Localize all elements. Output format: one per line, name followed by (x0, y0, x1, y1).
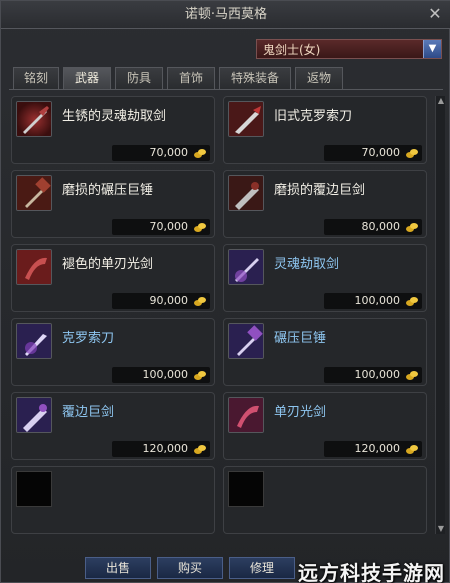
tab-accessory[interactable]: 首饰 (167, 67, 215, 89)
window-titlebar[interactable]: 诺顿·马西莫格 ✕ (1, 1, 450, 29)
category-tabs: 铭刻 武器 防具 首饰 特殊装备 返物 (13, 67, 443, 89)
close-icon[interactable]: ✕ (425, 4, 445, 24)
item-name: 磨损的覆边巨剑 (274, 183, 366, 198)
empty-item-slot[interactable] (11, 466, 215, 534)
empty-item-slot[interactable] (223, 466, 427, 534)
gold-coin-icon (194, 297, 206, 306)
buy-button[interactable]: 购买 (157, 557, 223, 579)
price-bar: 100,000 (324, 367, 422, 383)
item-name: 克罗索刀 (62, 331, 115, 346)
gold-coin-icon (194, 371, 206, 380)
gold-coin-icon (194, 149, 206, 158)
sword-icon (228, 249, 264, 285)
tab-return[interactable]: 返物 (295, 67, 343, 89)
price-bar: 80,000 (324, 219, 422, 235)
gold-coin-icon (406, 371, 418, 380)
empty-icon-slot (16, 471, 52, 507)
hammer-icon (16, 175, 52, 211)
price-bar: 120,000 (324, 441, 422, 457)
gold-coin-icon (406, 223, 418, 232)
tab-special-equipment[interactable]: 特殊装备 (219, 67, 291, 89)
item-name: 磨损的碾压巨锤 (62, 183, 154, 198)
item-price: 120,000 (142, 442, 189, 455)
lightsaber-icon (228, 397, 264, 433)
gold-coin-icon (406, 297, 418, 306)
class-select[interactable]: 鬼剑士(女) ▼ (256, 39, 442, 59)
tab-armor[interactable]: 防具 (115, 67, 163, 89)
item-name: 生锈的灵魂劫取剑 (62, 109, 167, 124)
knife-icon (16, 323, 52, 359)
repair-button[interactable]: 修理 (229, 557, 295, 579)
item-name: 碾压巨锤 (274, 331, 327, 346)
item-slot[interactable]: 克罗索刀 100,000 (11, 318, 215, 386)
item-slot[interactable]: 碾压巨锤 100,000 (223, 318, 427, 386)
item-slot[interactable]: 旧式克罗索刀 70,000 (223, 96, 427, 164)
price-bar: 90,000 (112, 293, 210, 309)
item-price: 70,000 (149, 220, 189, 233)
price-bar: 70,000 (112, 219, 210, 235)
item-slot[interactable]: 磨损的覆边巨剑 80,000 (223, 170, 427, 238)
greatsword-icon (228, 175, 264, 211)
scrollbar[interactable]: ▲ ▼ (435, 96, 445, 534)
price-bar: 100,000 (112, 367, 210, 383)
price-bar: 70,000 (324, 145, 422, 161)
sword-icon (16, 101, 52, 137)
gold-coin-icon (406, 445, 418, 454)
item-name: 单刃光剑 (274, 405, 327, 420)
scroll-up-icon[interactable]: ▲ (436, 96, 446, 106)
watermark-text: 远方科技手游网 (298, 561, 445, 583)
knife-icon (228, 101, 264, 137)
price-bar: 70,000 (112, 145, 210, 161)
item-price: 80,000 (361, 220, 401, 233)
item-price: 100,000 (354, 294, 401, 307)
item-name: 灵魂劫取剑 (274, 257, 340, 272)
item-price: 70,000 (149, 146, 189, 159)
item-slot[interactable]: 覆边巨剑 120,000 (11, 392, 215, 460)
chevron-down-icon[interactable]: ▼ (423, 40, 441, 58)
item-price: 120,000 (354, 442, 401, 455)
gold-coin-icon (194, 445, 206, 454)
item-slot[interactable]: 生锈的灵魂劫取剑 70,000 (11, 96, 215, 164)
item-price: 100,000 (142, 368, 189, 381)
class-select-value: 鬼剑士(女) (263, 43, 321, 57)
tab-inscription[interactable]: 铭刻 (13, 67, 59, 89)
price-bar: 100,000 (324, 293, 422, 309)
item-name: 褪色的单刃光剑 (62, 257, 154, 272)
tab-weapon[interactable]: 武器 (63, 67, 111, 89)
tab-divider (9, 89, 443, 90)
item-price: 100,000 (354, 368, 401, 381)
item-name: 覆边巨剑 (62, 405, 115, 420)
item-slot[interactable]: 褪色的单刃光剑 90,000 (11, 244, 215, 312)
window-title: 诺顿·马西莫格 (184, 7, 268, 22)
hammer-icon (228, 323, 264, 359)
greatsword-icon (16, 397, 52, 433)
item-slot[interactable]: 灵魂劫取剑 100,000 (223, 244, 427, 312)
item-price: 70,000 (361, 146, 401, 159)
item-grid: 生锈的灵魂劫取剑 70,000 旧式克罗索刀 70,000 磨损的碾压巨锤 70… (11, 96, 431, 536)
sell-button[interactable]: 出售 (85, 557, 151, 579)
shop-window: 诺顿·马西莫格 ✕ 鬼剑士(女) ▼ 铭刻 武器 防具 首饰 特殊装备 返物 生… (0, 0, 450, 583)
empty-icon-slot (228, 471, 264, 507)
gold-coin-icon (194, 223, 206, 232)
item-slot[interactable]: 磨损的碾压巨锤 70,000 (11, 170, 215, 238)
item-price: 90,000 (149, 294, 189, 307)
gold-coin-icon (406, 149, 418, 158)
item-slot[interactable]: 单刃光剑 120,000 (223, 392, 427, 460)
price-bar: 120,000 (112, 441, 210, 457)
item-name: 旧式克罗索刀 (274, 109, 353, 124)
lightsaber-icon (16, 249, 52, 285)
scroll-down-icon[interactable]: ▼ (436, 524, 446, 534)
